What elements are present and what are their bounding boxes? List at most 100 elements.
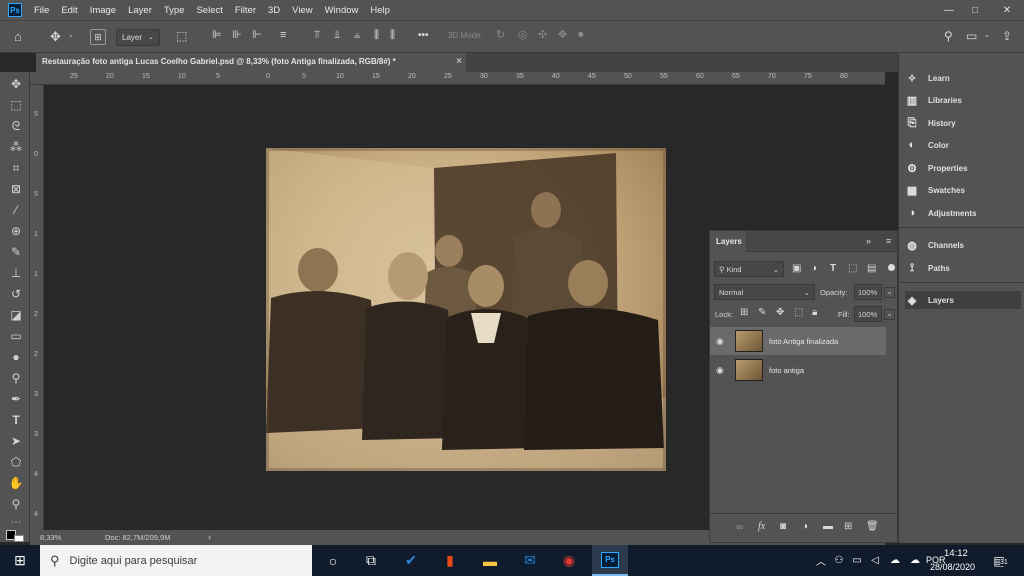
path-selection-tool-icon[interactable]: ➤ [7, 433, 25, 449]
healing-brush-tool-icon[interactable]: ⊕ [7, 223, 25, 239]
menu-3d[interactable]: 3D [268, 5, 280, 16]
document-tab[interactable]: Restauração foto antiga Lucas Coelho Gab… [36, 53, 466, 72]
folder-icon[interactable]: ▬ [823, 522, 833, 532]
chevron-down-icon[interactable]: ⌄ [984, 32, 990, 39]
eye-icon[interactable]: ◉ [716, 365, 724, 376]
layer-name[interactable]: foto Antiga finalizada [769, 337, 838, 346]
filter-toggle-icon[interactable] [888, 264, 895, 271]
eyedropper-tool-icon[interactable]: ⁄ [7, 202, 25, 218]
todo-app-icon[interactable]: ✔ [402, 552, 420, 569]
background-color-swatch[interactable] [14, 535, 24, 542]
menu-type[interactable]: Type [164, 5, 185, 16]
eye-icon[interactable]: ◉ [716, 336, 724, 347]
zoom-tool-icon[interactable]: ⚲ [7, 496, 25, 512]
status-menu-arrow[interactable]: › [208, 532, 211, 542]
clock-date[interactable]: 28/08/2020 [930, 562, 975, 572]
marquee-tool-icon[interactable]: ⬚ [7, 97, 25, 113]
chevron-down-icon[interactable]: ⌄ [68, 32, 74, 39]
filter-kind-dropdown[interactable]: ⚲ Kind ⌄ [714, 261, 784, 277]
filter-type-icon[interactable]: T [830, 264, 836, 274]
network-icon[interactable]: ▭ [848, 552, 866, 569]
collapse-panel-icon[interactable]: » [866, 236, 871, 246]
panel-channels[interactable]: ◍ Channels [905, 236, 1023, 254]
3d-slide-icon[interactable]: ✥ [558, 30, 567, 41]
blend-mode-dropdown[interactable]: Normal ⌄ [714, 284, 815, 300]
align-center-icon[interactable]: ⊪ [232, 30, 242, 41]
opacity-input[interactable]: 100% [854, 284, 882, 300]
more-tools-icon[interactable]: ⋯ [7, 515, 25, 531]
filter-smart-object-icon[interactable]: ▤ [867, 264, 876, 274]
layer-name[interactable]: foto antiga [769, 366, 804, 375]
crop-tool-icon[interactable]: ⌗ [7, 160, 25, 176]
filter-adjustment-icon[interactable]: ◑ [811, 264, 817, 274]
chevron-up-icon[interactable]: ︿ [812, 552, 830, 569]
workspace-icon[interactable]: ▭ [966, 30, 977, 42]
align-top-icon[interactable]: ⫪ [314, 30, 320, 41]
panel-paths[interactable]: ⟟ Paths [905, 259, 1023, 277]
pen-tool-icon[interactable]: ✒ [7, 391, 25, 407]
gradient-tool-icon[interactable]: ▭ [7, 328, 25, 344]
maximize-button[interactable]: □ [962, 0, 988, 20]
minimize-button[interactable]: — [936, 0, 962, 20]
fill-input[interactable]: 100% [854, 306, 882, 322]
distribute-icon[interactable]: ≡ [280, 30, 286, 41]
lasso-tool-icon[interactable]: ᘓ [7, 118, 25, 134]
transform-controls-icon[interactable]: ⬚ [176, 30, 187, 42]
share-icon[interactable]: ⇪ [1002, 30, 1012, 42]
close-button[interactable]: ✕ [994, 0, 1020, 20]
hand-tool-icon[interactable]: ✋ [7, 475, 25, 491]
history-brush-tool-icon[interactable]: ↺ [7, 286, 25, 302]
adjustment-icon[interactable]: ◑ [802, 522, 808, 532]
frame-tool-icon[interactable]: ⊠ [7, 181, 25, 197]
blur-tool-icon[interactable]: ● [7, 349, 25, 365]
layer-row[interactable]: ◉ foto antiga [710, 356, 886, 384]
cloud-icon[interactable]: ☁ [886, 552, 904, 569]
magic-wand-tool-icon[interactable]: ⁂ [7, 139, 25, 155]
document-image[interactable] [266, 148, 666, 471]
distribute-horizontal-icon[interactable]: ⫼ [390, 30, 395, 41]
home-icon[interactable]: ⌂ [14, 30, 22, 43]
close-tab-icon[interactable]: × [456, 56, 462, 67]
menu-file[interactable]: File [34, 5, 49, 16]
menu-help[interactable]: Help [370, 5, 390, 16]
dodge-tool-icon[interactable]: ⚲ [7, 370, 25, 386]
brush-tool-icon[interactable]: ✎ [7, 244, 25, 260]
stats-app-icon[interactable]: ▮ [441, 552, 459, 569]
layers-tab[interactable]: Layers [710, 231, 746, 252]
people-icon[interactable]: ⚇ [830, 552, 848, 569]
clone-stamp-tool-icon[interactable]: ⊥ [7, 265, 25, 281]
menu-window[interactable]: Window [325, 5, 359, 16]
menu-filter[interactable]: Filter [235, 5, 256, 16]
filter-pixel-icon[interactable]: ▣ [792, 264, 801, 274]
new-layer-icon[interactable]: ⊞ [844, 522, 852, 532]
lock-position-icon[interactable]: ✥ [776, 308, 784, 318]
chevron-down-icon[interactable]: ⌄ [884, 309, 895, 320]
menu-view[interactable]: View [292, 5, 312, 16]
search-input[interactable]: ⚲ Digite aqui para pesquisar [40, 545, 312, 576]
mask-icon[interactable]: ◙ [780, 522, 786, 532]
panel-libraries[interactable]: ▥ Libraries [905, 91, 1023, 109]
align-right-icon[interactable]: ⊩ [252, 30, 262, 41]
menu-edit[interactable]: Edit [61, 5, 77, 16]
photoshop-logo[interactable]: Ps [8, 3, 22, 17]
panel-properties[interactable]: ⚙ Properties [905, 159, 1023, 177]
volume-icon[interactable]: ◁ [866, 552, 884, 569]
layer-row[interactable]: ◉ foto Antiga finalizada [710, 327, 886, 355]
move-tool-icon[interactable]: ✥ [50, 30, 61, 43]
align-bottom-icon[interactable]: ⫨ [354, 30, 360, 41]
align-middle-icon[interactable]: ⫫ [334, 30, 340, 41]
task-view-icon[interactable]: ⧉ [362, 552, 380, 569]
menu-image[interactable]: Image [90, 5, 116, 16]
3d-pan-icon[interactable]: ✣ [538, 30, 547, 41]
search-icon[interactable]: ⚲ [944, 30, 953, 42]
lock-all-icon[interactable]: 🔒︎ [812, 308, 817, 318]
zoom-level[interactable]: 8,33% [40, 533, 61, 542]
auto-select-checkbox-icon[interactable]: ⊞ [90, 29, 106, 45]
more-options-icon[interactable]: ••• [418, 31, 429, 41]
fx-icon[interactable]: fx [758, 522, 765, 532]
shape-tool-icon[interactable]: ⬠ [7, 454, 25, 470]
chrome-icon[interactable]: ◉ [560, 552, 578, 569]
panel-learn[interactable]: ✧ Learn [905, 69, 1023, 87]
lock-artboard-icon[interactable]: ⬚ [794, 308, 803, 318]
cortana-icon[interactable]: ○ [324, 552, 342, 569]
